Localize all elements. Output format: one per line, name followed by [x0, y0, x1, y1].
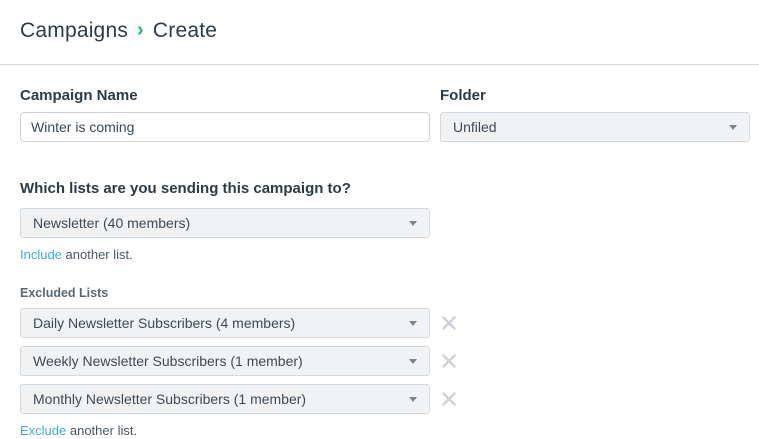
folder-select-value: Unfiled: [453, 119, 497, 135]
excluded-lists-label: Excluded Lists: [20, 287, 739, 300]
caret-down-icon: [409, 397, 417, 402]
x-mark-icon: [441, 315, 457, 331]
breadcrumb: Campaigns › Create: [20, 19, 739, 43]
remove-excluded-list-3-button[interactable]: [440, 390, 458, 408]
campaign-name-label: Campaign Name: [20, 88, 430, 103]
exclude-line-rest: another list.: [66, 423, 137, 438]
remove-excluded-list-2-button[interactable]: [440, 352, 458, 370]
include-another-list-line: Include another list.: [20, 247, 739, 262]
caret-down-icon: [409, 359, 417, 364]
excluded-list-select-3-value: Monthly Newsletter Subscribers (1 member…: [33, 391, 306, 407]
exclude-another-list-line: Exclude another list.: [20, 423, 739, 438]
include-link[interactable]: Include: [20, 247, 62, 262]
breadcrumb-create: Create: [153, 19, 217, 43]
excluded-list-row: Weekly Newsletter Subscribers (1 member): [20, 346, 739, 376]
x-mark-icon: [441, 353, 457, 369]
included-list-select[interactable]: Newsletter (40 members): [20, 208, 430, 238]
excluded-list-select-3[interactable]: Monthly Newsletter Subscribers (1 member…: [20, 384, 430, 414]
x-mark-icon: [441, 391, 457, 407]
caret-down-icon: [729, 125, 737, 130]
included-list-select-value: Newsletter (40 members): [33, 215, 190, 231]
page-header: Campaigns › Create: [0, 0, 759, 43]
breadcrumb-campaigns[interactable]: Campaigns: [20, 19, 128, 43]
campaign-name-input[interactable]: [20, 112, 430, 142]
excluded-list-row: Monthly Newsletter Subscribers (1 member…: [20, 384, 739, 414]
excluded-list-row: Daily Newsletter Subscribers (4 members): [20, 308, 739, 338]
remove-excluded-list-1-button[interactable]: [440, 314, 458, 332]
include-line-rest: another list.: [62, 247, 133, 262]
campaign-create-form: Campaign Name Folder Unfiled Which lists…: [0, 88, 759, 438]
excluded-list-select-2-value: Weekly Newsletter Subscribers (1 member): [33, 353, 303, 369]
excluded-list-select-1-value: Daily Newsletter Subscribers (4 members): [33, 315, 295, 331]
exclude-link[interactable]: Exclude: [20, 423, 66, 438]
lists-question-heading: Which lists are you sending this campaig…: [20, 181, 739, 197]
caret-down-icon: [409, 321, 417, 326]
caret-down-icon: [409, 221, 417, 226]
excluded-list-select-2[interactable]: Weekly Newsletter Subscribers (1 member): [20, 346, 430, 376]
folder-select[interactable]: Unfiled: [440, 112, 750, 142]
excluded-list-select-1[interactable]: Daily Newsletter Subscribers (4 members): [20, 308, 430, 338]
header-divider: [0, 64, 759, 65]
chevron-right-icon: ›: [137, 20, 144, 42]
folder-label: Folder: [440, 88, 750, 103]
